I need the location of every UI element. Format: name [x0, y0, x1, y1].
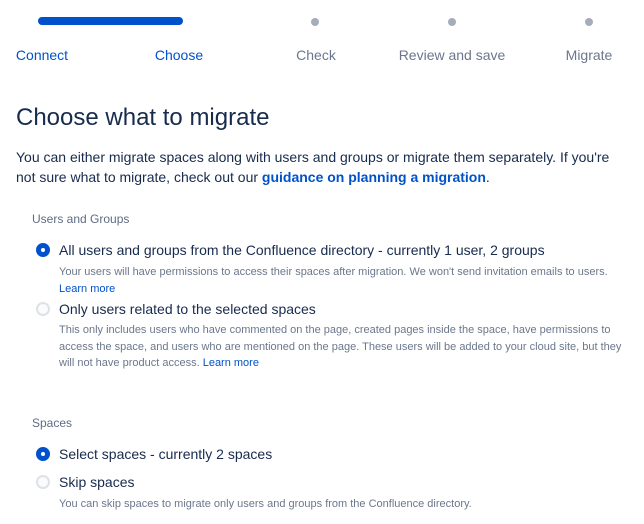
option-related-users-label[interactable]: Only users related to the selected space… [59, 300, 316, 318]
progress-tracker: Connect Choose Check Review and save Mig… [0, 0, 644, 70]
step-review-and-save: Review and save [398, 47, 506, 63]
step-migrate-dot [585, 18, 593, 26]
users-groups-section-label: Users and Groups [32, 212, 130, 226]
related-users-desc-text: This only includes users who have commen… [59, 324, 622, 369]
radio-skip-spaces[interactable] [36, 475, 50, 489]
intro-text: You can either migrate spaces along with… [16, 147, 628, 187]
step-connect[interactable]: Connect [16, 46, 68, 64]
option-skip-spaces-description: You can skip spaces to migrate only user… [59, 498, 472, 510]
progress-bar-completed [38, 17, 183, 25]
radio-all-users-groups[interactable] [36, 243, 50, 257]
option-all-users-groups-description: Your users will have permissions to acce… [59, 264, 629, 297]
radio-related-users[interactable] [36, 302, 50, 316]
page-title: Choose what to migrate [16, 104, 270, 131]
spaces-section-label: Spaces [32, 416, 73, 430]
option-select-spaces-label[interactable]: Select spaces - currently 2 spaces [59, 445, 272, 463]
step-check: Check [296, 47, 336, 63]
step-review-dot [448, 18, 456, 26]
step-check-dot [311, 18, 319, 26]
intro-text-end: . [485, 169, 490, 185]
radio-select-spaces[interactable] [36, 447, 50, 461]
option-skip-spaces-label[interactable]: Skip spaces [59, 473, 134, 491]
migration-page: Connect Choose Check Review and save Mig… [0, 0, 644, 524]
option-related-users-description: This only includes users who have commen… [59, 322, 629, 372]
learn-more-link[interactable]: Learn more [59, 283, 115, 295]
option-all-users-groups-label[interactable]: All users and groups from the Confluence… [59, 241, 545, 259]
step-choose: Choose [154, 47, 204, 63]
all-users-desc-text: Your users will have permissions to acce… [59, 266, 608, 278]
step-migrate: Migrate [565, 47, 613, 63]
learn-more-link[interactable]: Learn more [203, 357, 259, 369]
guidance-link[interactable]: guidance on planning a migration [262, 169, 486, 185]
